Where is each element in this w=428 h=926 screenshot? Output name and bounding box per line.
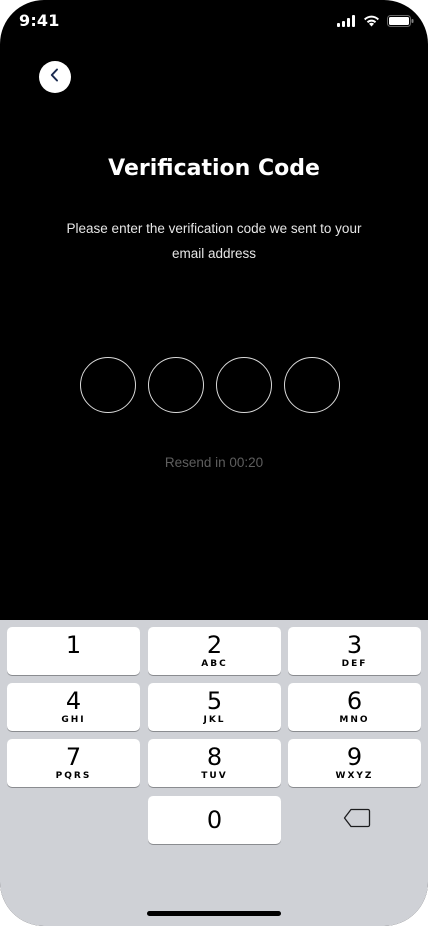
phone-screen: 9:41 Verification Code Please enter the …	[0, 0, 428, 926]
key-number: 3	[346, 631, 363, 659]
key-number: 4	[65, 687, 82, 715]
status-bar: 9:41	[0, 0, 428, 44]
key-letters: JKL	[203, 715, 226, 725]
key-number: 6	[346, 687, 363, 715]
delete-button[interactable]	[290, 796, 423, 844]
backspace-icon	[343, 808, 371, 833]
page-title: Verification Code	[108, 156, 320, 181]
page-subtitle: Please enter the verification code we se…	[66, 221, 362, 261]
key-letters: WXYZ	[335, 771, 374, 781]
key-letters: PQRS	[55, 771, 92, 781]
key-3[interactable]: 3 DEF	[288, 627, 421, 675]
status-icons	[337, 14, 414, 32]
code-digit-2[interactable]	[148, 357, 204, 413]
battery-icon	[387, 14, 414, 32]
key-2[interactable]: 2 ABC	[148, 627, 281, 675]
key-number: 9	[346, 743, 363, 771]
key-8[interactable]: 8 TUV	[148, 739, 281, 787]
key-letters: MNO	[339, 715, 370, 725]
key-number: 8	[206, 743, 223, 771]
numeric-keypad: 1 2 ABC 3 DEF 4 GHI 5 JKL 6 MNO 7 PQRS 8	[0, 620, 428, 926]
status-time: 9:41	[19, 11, 60, 30]
code-digit-3[interactable]	[216, 357, 272, 413]
key-number: 7	[65, 743, 82, 771]
key-letters: GHI	[61, 715, 86, 725]
key-number: 2	[206, 631, 223, 659]
key-0[interactable]: 0	[148, 796, 281, 844]
resend-timer: Resend in 00:20	[164, 455, 264, 470]
key-5[interactable]: 5 JKL	[148, 683, 281, 731]
key-7[interactable]: 7 PQRS	[7, 739, 140, 787]
key-letters: TUV	[201, 771, 228, 781]
key-number: 1	[65, 631, 82, 659]
key-number: 0	[206, 806, 223, 834]
key-number: 5	[206, 687, 223, 715]
wifi-icon	[363, 14, 380, 32]
code-digit-1[interactable]	[80, 357, 136, 413]
key-6[interactable]: 6 MNO	[288, 683, 421, 731]
key-letters: DEF	[341, 659, 368, 669]
code-digit-4[interactable]	[284, 357, 340, 413]
key-1[interactable]: 1	[7, 627, 140, 675]
key-9[interactable]: 9 WXYZ	[288, 739, 421, 787]
verification-code-input[interactable]	[80, 357, 340, 413]
signal-icon	[337, 14, 356, 32]
chevron-left-icon	[49, 68, 61, 87]
key-letters: ABC	[201, 659, 228, 669]
home-indicator	[147, 911, 281, 916]
back-button[interactable]	[39, 61, 71, 93]
key-4[interactable]: 4 GHI	[7, 683, 140, 731]
